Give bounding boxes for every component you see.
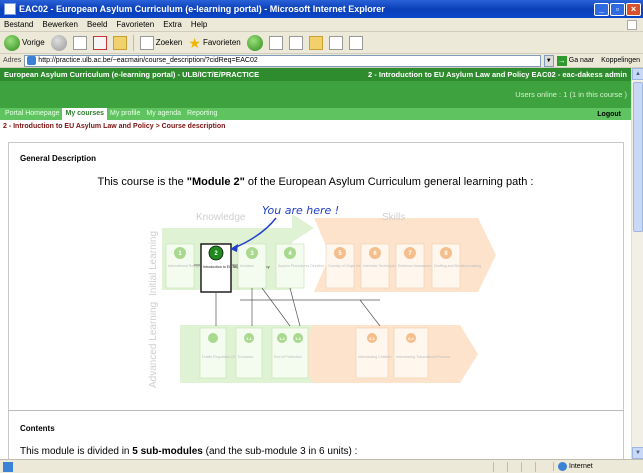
- advanced-dublin-text: Dublin Regulation (DR): [202, 355, 239, 359]
- menu-view[interactable]: Beeld: [87, 20, 107, 29]
- intro-pre: This module is divided in: [20, 446, 133, 457]
- status-cell: [521, 461, 535, 472]
- skills-label: Skills: [382, 212, 405, 223]
- mail-icon[interactable]: [268, 35, 283, 50]
- search-label: Zoeken: [155, 38, 183, 47]
- module-4[interactable]: 4 Asylum Procedures Directive: [275, 243, 324, 289]
- vertical-scrollbar[interactable]: ▲ ▼: [631, 68, 643, 459]
- module-3[interactable]: 3 Inclusion: [237, 243, 267, 289]
- folder-icon[interactable]: [308, 35, 323, 50]
- contents-title: Contents: [20, 424, 55, 433]
- favorites-label: Favorieten: [202, 38, 241, 47]
- status-cell: [535, 461, 549, 472]
- toolbar-separator: [132, 34, 134, 51]
- windows-logo-icon: [627, 19, 637, 30]
- toolbar: Vorige Zoeken ★ Favorieten: [0, 32, 643, 54]
- advanced-module-1-1[interactable]: 1.1 Exclusion: [235, 327, 263, 379]
- address-url: http://practice.ulb.ac.be/~eacmain/cours…: [38, 57, 258, 64]
- advanced-1-3-num: 1.3: [295, 336, 301, 341]
- search-icon: [139, 35, 154, 50]
- advanced-1-3-text: End of Protection: [274, 355, 302, 359]
- module-7-text: Evidence Assessment: [398, 264, 433, 268]
- address-label: Adres: [3, 57, 22, 64]
- internet-globe-icon: [558, 462, 567, 471]
- links-button[interactable]: Koppelingen: [601, 57, 640, 64]
- advanced-6-1-text: Interviewing Children: [358, 355, 392, 359]
- status-cell: [493, 461, 507, 472]
- advanced-6-1-num: 6.1: [369, 336, 375, 341]
- menu-bar: Bestand Bewerken Beeld Favorieten Extra …: [0, 18, 643, 32]
- menu-file[interactable]: Bestand: [4, 20, 33, 29]
- back-arrow-icon: [4, 34, 20, 51]
- window-title: EAC02 - European Asylum Curriculum (e-le…: [19, 4, 385, 14]
- home-icon[interactable]: [112, 35, 127, 50]
- research-icon[interactable]: [348, 35, 363, 50]
- module-8-text: Drafting and Decision-making: [434, 264, 481, 268]
- address-bar: Adres http://practice.ulb.ac.be/~eacmain…: [0, 54, 643, 68]
- zone-label: Internet: [569, 463, 593, 470]
- favorites-button[interactable]: ★ Favorieten: [188, 36, 240, 50]
- advanced-6-2-text: Interviewing Traumatised Persons: [396, 355, 450, 359]
- print-icon[interactable]: [288, 35, 303, 50]
- page-icon: [27, 56, 37, 65]
- status-cell: [507, 461, 521, 472]
- favorites-star-icon: ★: [188, 34, 201, 51]
- advanced-module-1-3[interactable]: 1.2 1.3 End of Protection: [271, 327, 309, 379]
- go-label: Ga naar: [568, 57, 595, 64]
- search-button[interactable]: Zoeken: [139, 35, 183, 50]
- address-dropdown-icon[interactable]: ▼: [543, 54, 554, 67]
- page-viewport: European Asylum Curriculum (e-learning p…: [0, 68, 631, 459]
- module-6-text: Interview Techniques: [363, 264, 397, 268]
- section-divider: [8, 410, 624, 411]
- menu-tools[interactable]: Extra: [163, 20, 182, 29]
- page-done-icon: [3, 461, 13, 472]
- advanced-6-2-num: 6.2: [408, 336, 414, 341]
- menu-help[interactable]: Help: [191, 20, 207, 29]
- you-are-here-label: You are here !: [262, 204, 339, 217]
- menu-edit[interactable]: Bewerken: [42, 20, 78, 29]
- forward-arrow-icon: [50, 34, 67, 51]
- security-zone: Internet: [553, 462, 643, 471]
- stop-icon[interactable]: [72, 35, 87, 50]
- learning-path-diagram: Knowledge Skills Initial Learning Advanc…: [148, 204, 496, 388]
- forward-button[interactable]: [50, 34, 67, 51]
- advanced-1-1-num: 1.1: [246, 336, 252, 341]
- go-button[interactable]: → Ga naar: [556, 55, 595, 66]
- advanced-1-1-text: Exclusion: [238, 355, 253, 359]
- initial-learning-label: Initial Learning: [148, 231, 159, 296]
- close-button[interactable]: ×: [626, 2, 641, 16]
- knowledge-label: Knowledge: [196, 212, 246, 223]
- history-icon[interactable]: [246, 34, 263, 51]
- address-input[interactable]: http://practice.ulb.ac.be/~eacmain/cours…: [24, 54, 541, 67]
- maximize-button[interactable]: ▫: [610, 2, 625, 16]
- go-arrow-icon: →: [556, 55, 567, 66]
- scroll-down-icon[interactable]: ▼: [632, 447, 643, 459]
- contents-intro: This module is divided in 5 sub-modules …: [20, 446, 357, 457]
- back-button[interactable]: Vorige: [4, 34, 45, 51]
- refresh-icon[interactable]: [92, 35, 107, 50]
- intro-bold: 5 sub-modules: [132, 446, 203, 457]
- messenger-icon[interactable]: [328, 35, 343, 50]
- back-label: Vorige: [22, 38, 45, 47]
- advanced-1-2-num: 1.2: [279, 336, 285, 341]
- module-4-text: Asylum Procedures Directive: [278, 264, 324, 268]
- ie-app-icon: [4, 3, 16, 15]
- status-bar: Internet: [0, 459, 643, 473]
- scroll-up-icon[interactable]: ▲: [632, 68, 643, 80]
- minimize-button[interactable]: _: [594, 2, 609, 16]
- window-titlebar: EAC02 - European Asylum Curriculum (e-le…: [0, 0, 643, 18]
- menu-favorites[interactable]: Favorieten: [116, 20, 154, 29]
- module-3-text: Inclusion: [240, 264, 254, 268]
- advanced-module-6-1[interactable]: 6.1 Interviewing Children: [355, 327, 392, 379]
- advanced-learning-label: Advanced Learning: [148, 302, 159, 388]
- advanced-skills-band: [300, 325, 478, 383]
- intro-post: (and the sub-module 3 in 6 units) :: [202, 446, 358, 457]
- scroll-thumb[interactable]: [633, 82, 643, 232]
